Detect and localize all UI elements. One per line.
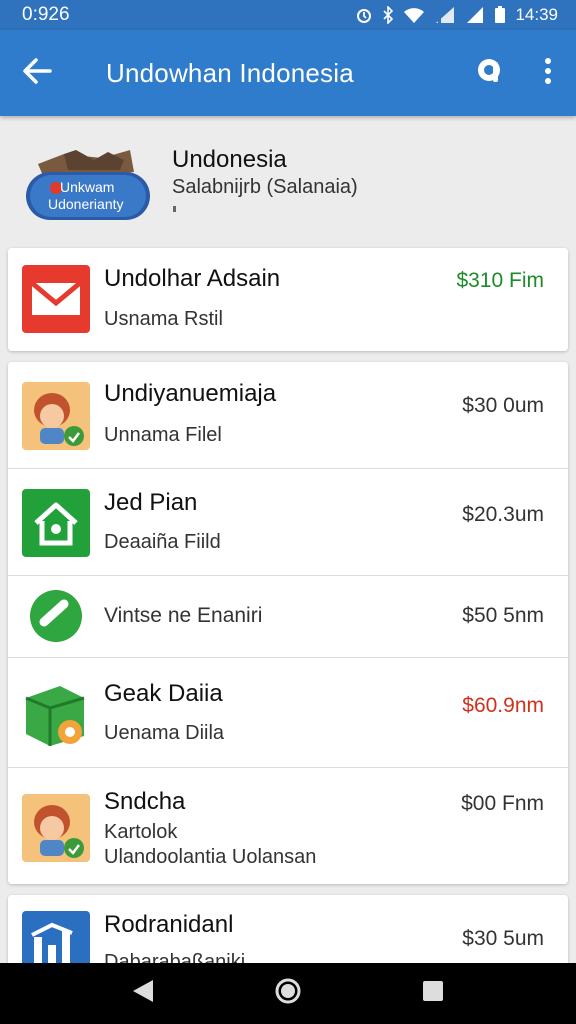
logo-text-2: Udonerianty	[48, 196, 124, 212]
app-bar: Undowhan Indonesia	[0, 30, 576, 116]
page-subtitle: Salabnijrb (Salanaia)	[172, 176, 358, 198]
triangle-back-icon	[131, 978, 155, 1009]
item-subtitle: Usnama Rstil	[104, 308, 223, 330]
nav-home-button[interactable]	[258, 964, 318, 1024]
nav-recents-button[interactable]	[403, 964, 463, 1024]
item-title: Sndcha	[104, 788, 186, 815]
arrow-back-icon	[23, 57, 52, 90]
signal-icon	[434, 6, 456, 24]
divider-mark	[173, 206, 176, 212]
item-title: Geak Daiia	[104, 680, 223, 707]
list-item[interactable]: Undiyanuemiaja Unnama Filel $30 0um	[8, 362, 568, 468]
battery-icon	[494, 6, 506, 24]
item-price: $310 Fim	[456, 269, 544, 292]
logo-text-1: Unkwam	[60, 179, 115, 195]
item-price: $50 5nm	[462, 604, 544, 627]
overflow-menu-button[interactable]	[520, 30, 576, 116]
nav-back-button[interactable]	[113, 964, 173, 1024]
search-button[interactable]	[460, 30, 520, 116]
navigation-bar	[0, 963, 576, 1024]
home-icon	[22, 489, 90, 557]
status-bar: 0:926 14:39	[0, 0, 576, 30]
item-subtitle: Kartolok	[104, 821, 178, 843]
item-subtitle: Unnama Filel	[104, 424, 222, 446]
package-icon	[22, 680, 90, 748]
featured-card: Undolhar Adsain Usnama Rstil $310 Fim	[8, 248, 568, 351]
item-subtitle-2: Ulandoolantia Uolansan	[104, 846, 317, 868]
item-title: Undiyanuemiaja	[104, 380, 277, 407]
profile-header: Unkwam Udonerianty Undonesia Salabnijrb …	[0, 116, 576, 244]
item-subtitle: Deaaiña Fiild	[104, 531, 221, 553]
list-item[interactable]: Undolhar Adsain Usnama Rstil $310 Fim	[8, 248, 568, 351]
list-item[interactable]: Jed Pian Deaaiña Fiild $20.3um	[8, 468, 568, 575]
logo: Unkwam Udonerianty	[24, 148, 152, 230]
signal-icon-2	[465, 6, 485, 24]
item-price: $20.3um	[462, 503, 544, 526]
status-icons: 14:39	[355, 5, 558, 25]
item-title: Undolhar Adsain	[104, 265, 281, 292]
item-title: Vintse ne Enaniri	[104, 604, 263, 627]
avatar-icon	[22, 794, 90, 862]
page-title: Undonesia	[172, 146, 287, 173]
item-price: $60.9nm	[462, 694, 544, 717]
list-item[interactable]: Vintse ne Enaniri $50 5nm	[8, 575, 568, 657]
avatar-icon	[22, 382, 90, 450]
app-title: Undowhan Indonesia	[106, 57, 354, 88]
list-item[interactable]: Geak Daiia Uenama Diila $60.9nm	[8, 657, 568, 767]
list-item[interactable]: Sndcha Kartolok Ulandoolantia Uolansan $…	[8, 767, 568, 884]
list-card: Undiyanuemiaja Unnama Filel $30 0um Jed …	[8, 362, 568, 884]
alarm-icon	[355, 6, 373, 24]
search-icon	[474, 56, 506, 91]
item-title: Jed Pian	[104, 489, 198, 516]
wifi-icon	[403, 6, 425, 24]
mail-icon	[22, 265, 90, 333]
square-recents-icon	[421, 979, 445, 1008]
item-price: $30 5um	[462, 927, 544, 950]
back-button[interactable]	[0, 30, 84, 116]
item-title: Rodranidanl	[104, 911, 234, 938]
item-price: $00 Fnm	[461, 792, 544, 815]
more-vert-icon	[543, 56, 553, 91]
status-time-left: 0:926	[22, 4, 70, 25]
phone-icon	[22, 588, 90, 656]
item-price: $30 0um	[462, 394, 544, 417]
item-subtitle: Uenama Diila	[104, 722, 225, 744]
status-time-right: 14:39	[515, 5, 558, 24]
circle-home-icon	[274, 977, 302, 1010]
bluetooth-icon	[382, 6, 394, 24]
